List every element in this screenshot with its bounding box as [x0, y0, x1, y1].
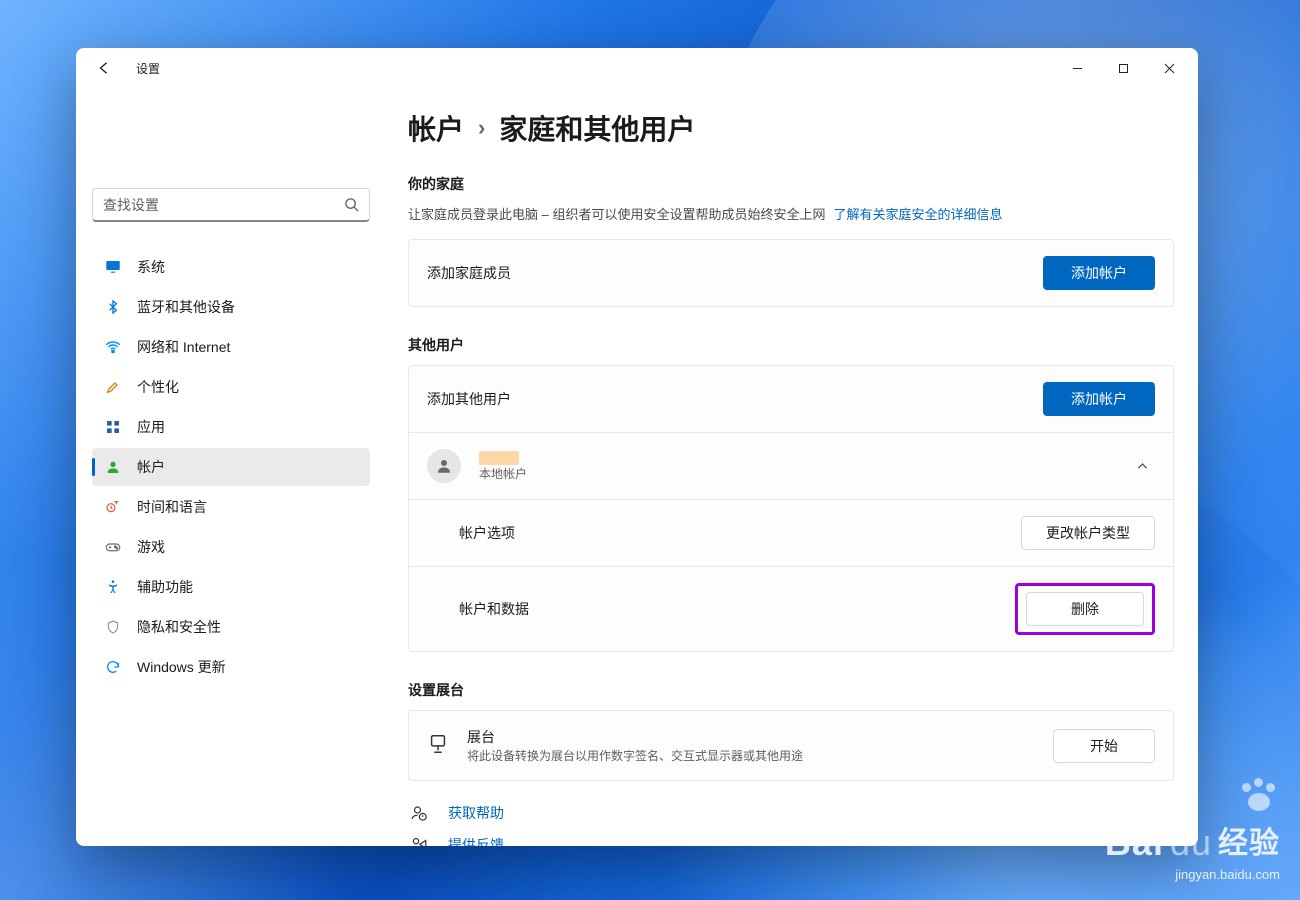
sidebar-item-brush[interactable]: 个性化	[92, 368, 370, 406]
sidebar-item-label: 网络和 Internet	[137, 337, 230, 357]
settings-window: 设置 查找设置 系统 蓝牙和其他设备 网络和 Internet 个性化 应用 帐…	[76, 48, 1198, 846]
kiosk-row-title: 展台	[467, 727, 803, 747]
nav-list: 系统 蓝牙和其他设备 网络和 Internet 个性化 应用 帐户 时间和语言 …	[92, 248, 370, 686]
chevron-up-icon[interactable]	[1129, 453, 1155, 479]
sidebar-item-shield[interactable]: 隐私和安全性	[92, 608, 370, 646]
wifi-icon	[104, 338, 122, 356]
close-button[interactable]	[1146, 53, 1192, 83]
sidebar-item-bluetooth[interactable]: 蓝牙和其他设备	[92, 288, 370, 326]
account-data-row: 帐户和数据 删除	[409, 566, 1173, 651]
sidebar-item-label: 系统	[137, 257, 165, 277]
breadcrumb: 帐户 › 家庭和其他用户	[408, 108, 1174, 148]
back-button[interactable]	[90, 54, 118, 82]
sidebar-item-label: 游戏	[137, 537, 165, 557]
sidebar-item-gamepad[interactable]: 游戏	[92, 528, 370, 566]
user-name-redacted	[479, 451, 519, 465]
sidebar-item-wifi[interactable]: 网络和 Internet	[92, 328, 370, 366]
person-icon	[104, 458, 122, 476]
clock-icon	[104, 498, 122, 516]
add-other-user-row: 添加其他用户 添加帐户	[409, 366, 1173, 432]
feedback-icon	[408, 836, 430, 846]
gamepad-icon	[104, 538, 122, 556]
search-input[interactable]: 查找设置	[92, 188, 370, 222]
add-family-account-button[interactable]: 添加帐户	[1043, 256, 1155, 290]
sidebar-item-label: 蓝牙和其他设备	[137, 297, 235, 317]
sidebar-item-label: 帐户	[137, 457, 165, 477]
brush-icon	[104, 378, 122, 396]
maximize-button[interactable]	[1100, 53, 1146, 83]
chevron-right-icon: ›	[478, 115, 485, 141]
sidebar-item-label: 个性化	[137, 377, 179, 397]
titlebar: 设置	[76, 48, 1198, 88]
kiosk-icon	[427, 733, 449, 758]
help-icon	[408, 804, 430, 822]
user-account-type: 本地帐户	[479, 465, 527, 482]
sidebar-item-monitor[interactable]: 系统	[92, 248, 370, 286]
apps-icon	[104, 418, 122, 436]
breadcrumb-parent[interactable]: 帐户	[408, 108, 464, 148]
access-icon	[104, 578, 122, 596]
change-account-type-button[interactable]: 更改帐户类型	[1021, 516, 1155, 550]
account-options-label: 帐户选项	[459, 523, 515, 543]
others-section-title: 其他用户	[408, 335, 1174, 355]
sidebar-item-apps[interactable]: 应用	[92, 408, 370, 446]
add-other-label: 添加其他用户	[427, 389, 511, 409]
kiosk-row-desc: 将此设备转换为展台以用作数字签名、交互式显示器或其他用途	[467, 747, 803, 764]
remove-account-button[interactable]: 删除	[1026, 592, 1144, 626]
monitor-icon	[104, 258, 122, 276]
kiosk-section-title: 设置展台	[408, 680, 1174, 700]
account-data-label: 帐户和数据	[459, 599, 529, 619]
give-feedback-link[interactable]: 提供反馈	[448, 835, 504, 846]
add-family-label: 添加家庭成员	[427, 263, 511, 283]
main-panel: 帐户 › 家庭和其他用户 你的家庭 让家庭成员登录此电脑 – 组织者可以使用安全…	[386, 88, 1198, 846]
add-family-member-row: 添加家庭成员 添加帐户	[409, 240, 1173, 306]
get-help-link[interactable]: 获取帮助	[448, 803, 504, 823]
sidebar-item-label: 隐私和安全性	[137, 617, 221, 637]
search-placeholder: 查找设置	[103, 195, 159, 215]
other-user-row[interactable]: 本地帐户	[409, 432, 1173, 499]
family-section-title: 你的家庭	[408, 174, 1174, 194]
bluetooth-icon	[104, 298, 122, 316]
sidebar-item-access[interactable]: 辅助功能	[92, 568, 370, 606]
sidebar-item-label: 时间和语言	[137, 497, 207, 517]
sidebar-item-clock[interactable]: 时间和语言	[92, 488, 370, 526]
account-options-row: 帐户选项 更改帐户类型	[409, 499, 1173, 566]
breadcrumb-current: 家庭和其他用户	[499, 108, 695, 148]
kiosk-start-button[interactable]: 开始	[1053, 729, 1155, 763]
annotation-highlight: 删除	[1015, 583, 1155, 635]
sidebar-item-label: 应用	[137, 417, 165, 437]
sidebar-item-label: 辅助功能	[137, 577, 193, 597]
sidebar-item-label: Windows 更新	[137, 657, 226, 677]
minimize-button[interactable]	[1054, 53, 1100, 83]
sidebar-item-person[interactable]: 帐户	[92, 448, 370, 486]
window-title: 设置	[136, 60, 160, 77]
kiosk-row: 展台 将此设备转换为展台以用作数字签名、交互式显示器或其他用途 开始	[409, 711, 1173, 780]
family-section-desc: 让家庭成员登录此电脑 – 组织者可以使用安全设置帮助成员始终安全上网	[408, 204, 825, 223]
sidebar: 查找设置 系统 蓝牙和其他设备 网络和 Internet 个性化 应用 帐户 时…	[76, 88, 386, 846]
sidebar-item-update[interactable]: Windows 更新	[92, 648, 370, 686]
avatar-icon	[427, 449, 461, 483]
shield-icon	[104, 618, 122, 636]
family-learn-more-link[interactable]: 了解有关家庭安全的详细信息	[833, 204, 1002, 223]
update-icon	[104, 658, 122, 676]
search-icon	[344, 197, 359, 212]
add-other-account-button[interactable]: 添加帐户	[1043, 382, 1155, 416]
